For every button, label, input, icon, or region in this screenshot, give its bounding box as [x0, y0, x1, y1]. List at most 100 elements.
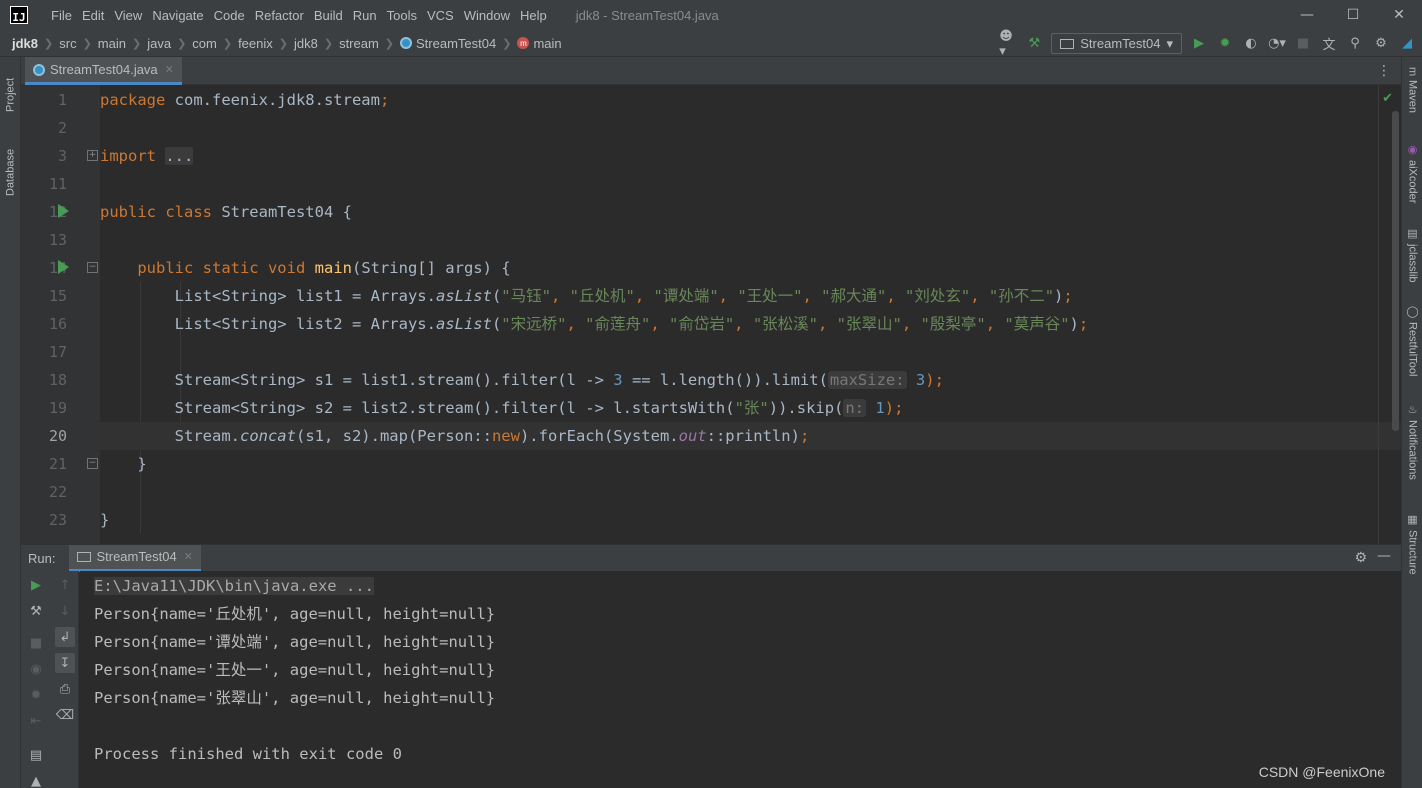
debug-icon[interactable]: ✹ [26, 685, 46, 705]
soft-wrap-icon[interactable]: ↲ [55, 627, 75, 647]
translate-icon[interactable]: 文 [1320, 35, 1338, 53]
menu-code[interactable]: Code [209, 8, 250, 23]
breadcrumb-class[interactable]: StreamTest04 [416, 36, 496, 51]
minimize-icon[interactable]: — [1377, 548, 1391, 564]
method-icon: m [517, 37, 530, 49]
wrench-icon[interactable]: ⚒ [26, 601, 46, 621]
more-vertical-icon[interactable]: ⋮ [1377, 63, 1391, 79]
editor-tab-streamtest04[interactable]: StreamTest04.java ✕ [25, 57, 182, 85]
arrow-up-icon[interactable]: ↑ [55, 575, 75, 595]
line-number: 13 [48, 231, 67, 249]
debug-icon[interactable]: ✹ [1216, 35, 1234, 53]
print-icon[interactable]: ⎙ [55, 679, 75, 699]
trash-icon[interactable]: ⌫ [55, 705, 75, 725]
right-margin-guide [1378, 85, 1379, 544]
checkmark-icon[interactable]: ✔ [1382, 91, 1393, 106]
stop-icon[interactable]: ■ [26, 633, 46, 653]
fold-icon[interactable]: + [87, 150, 98, 161]
breadcrumb-com[interactable]: com [192, 36, 217, 51]
breadcrumb: jdk8 ❯ src ❯ main ❯ java ❯ com ❯ feenix … [12, 36, 562, 51]
menu-vcs[interactable]: VCS [422, 8, 459, 23]
rerun-icon[interactable]: ▶ [26, 575, 46, 595]
menu-bar: File Edit View Navigate Code Refactor Bu… [46, 8, 552, 23]
tab-restfultool[interactable]: ◯ RestfulTool [1402, 305, 1422, 385]
breadcrumb-feenix[interactable]: feenix [238, 36, 273, 51]
window-controls: — ☐ ✕ [1284, 0, 1422, 30]
close-icon[interactable]: ✕ [184, 550, 193, 563]
run-icon[interactable]: ▶ [1190, 35, 1208, 53]
left-tool-strip: Project Database [0, 57, 21, 788]
code-editor[interactable]: 1 2 3 11 12 13 14 15 16 17 18 19 20 21 2… [21, 85, 1401, 544]
aixcoder-icon: ◉ [1406, 143, 1418, 156]
exit-icon[interactable]: ⇤ [26, 711, 46, 731]
tab-notifications-label: Notifications [1406, 420, 1419, 480]
tab-notifications[interactable]: ♨ Notifications [1402, 403, 1422, 493]
tab-maven[interactable]: m Maven [1402, 67, 1422, 127]
pin-icon[interactable]: ▲ [26, 771, 46, 788]
console-command[interactable]: E:\Java11\JDK\bin\java.exe ... [94, 577, 374, 595]
breadcrumb-src[interactable]: src [59, 36, 76, 51]
plugin-icon[interactable]: ◢ [1398, 35, 1416, 53]
code-area[interactable]: package com.feenix.jdk8.stream; import .… [100, 85, 1401, 544]
close-window-button[interactable]: ✕ [1376, 0, 1422, 30]
scroll-to-end-icon[interactable]: ↧ [55, 653, 75, 673]
profile-icon[interactable]: ◔▾ [1268, 35, 1286, 53]
menu-edit[interactable]: Edit [77, 8, 109, 23]
maximize-window-button[interactable]: ☐ [1330, 0, 1376, 30]
gear-icon[interactable]: ⚙ [1354, 550, 1367, 566]
tab-aixcoder[interactable]: ◉ aiXcoder [1402, 143, 1422, 213]
menu-file[interactable]: File [46, 8, 77, 23]
menu-run[interactable]: Run [348, 8, 382, 23]
breadcrumb-main[interactable]: main [98, 36, 126, 51]
intellij-logo-icon[interactable]: IJ [10, 6, 28, 24]
menu-navigate[interactable]: Navigate [147, 8, 208, 23]
menu-tools[interactable]: Tools [382, 8, 422, 23]
menu-help[interactable]: Help [515, 8, 552, 23]
run-main-gutter-icon[interactable] [58, 260, 69, 274]
editor-tab-bar: StreamTest04.java ✕ ⋮ [21, 57, 1401, 85]
breadcrumb-stream[interactable]: stream [339, 36, 379, 51]
main-toolbar: ☻▾ ⚒ StreamTest04 ▾ ▶ ✹ ◐ ◔▾ ■ 文 ⚲ ⚙ ◢ [999, 29, 1416, 59]
menu-window[interactable]: Window [459, 8, 515, 23]
run-tab-streamtest04[interactable]: StreamTest04 ✕ [69, 544, 201, 572]
fold-icon[interactable]: − [87, 458, 98, 469]
tab-structure[interactable]: ▦ Structure [1402, 513, 1422, 583]
console-line: E:\Java11\JDK\bin\java.exe ... [94, 572, 374, 600]
editor-scrollbar[interactable] [1392, 111, 1399, 431]
breadcrumb-jdk8[interactable]: jdk8 [294, 36, 318, 51]
tab-project[interactable]: Project [0, 65, 21, 125]
line-number: 1 [57, 91, 67, 109]
chevron-right-icon: ❯ [177, 37, 187, 50]
tab-database[interactable]: Database [0, 137, 21, 207]
layout-icon[interactable]: ▤ [26, 745, 46, 765]
menu-view[interactable]: View [109, 8, 147, 23]
tab-jclasslib-label: jclasslib [1406, 244, 1419, 283]
camera-icon[interactable]: ◉ [26, 659, 46, 679]
close-icon[interactable]: ✕ [165, 63, 174, 76]
fold-icon[interactable]: − [87, 262, 98, 273]
menu-build[interactable]: Build [309, 8, 348, 23]
tab-jclasslib[interactable]: ▤ jclasslib [1402, 227, 1422, 287]
folded-imports[interactable]: ... [165, 147, 194, 165]
java-class-icon [33, 63, 45, 76]
minimize-window-button[interactable]: — [1284, 0, 1330, 30]
arrow-down-icon[interactable]: ↓ [55, 601, 75, 621]
user-icon[interactable]: ☻▾ [999, 29, 1017, 59]
gear-icon[interactable]: ⚙ [1372, 35, 1390, 53]
breadcrumb-java[interactable]: java [147, 36, 171, 51]
stop-icon[interactable]: ■ [1294, 35, 1312, 53]
run-configuration-select[interactable]: StreamTest04 ▾ [1051, 33, 1182, 54]
search-icon[interactable]: ⚲ [1346, 35, 1364, 53]
run-class-gutter-icon[interactable] [58, 204, 69, 218]
line-number: 23 [48, 511, 67, 529]
console-line: Person{name='张翠山', age=null, height=null… [94, 689, 496, 707]
menu-refactor[interactable]: Refactor [250, 8, 309, 23]
console-output[interactable]: E:\Java11\JDK\bin\java.exe ... Person{na… [80, 571, 1401, 788]
build-hammer-icon[interactable]: ⚒ [1025, 35, 1043, 53]
coverage-icon[interactable]: ◐ [1242, 35, 1260, 53]
run-toolbar-primary: ▶ ⚒ ■ ◉ ✹ ⇤ ▤ ▲ [21, 571, 50, 788]
breadcrumb-method[interactable]: main [533, 36, 561, 51]
line-number: 18 [48, 371, 67, 389]
breadcrumb-project[interactable]: jdk8 [12, 36, 38, 51]
chevron-right-icon: ❯ [44, 37, 54, 50]
